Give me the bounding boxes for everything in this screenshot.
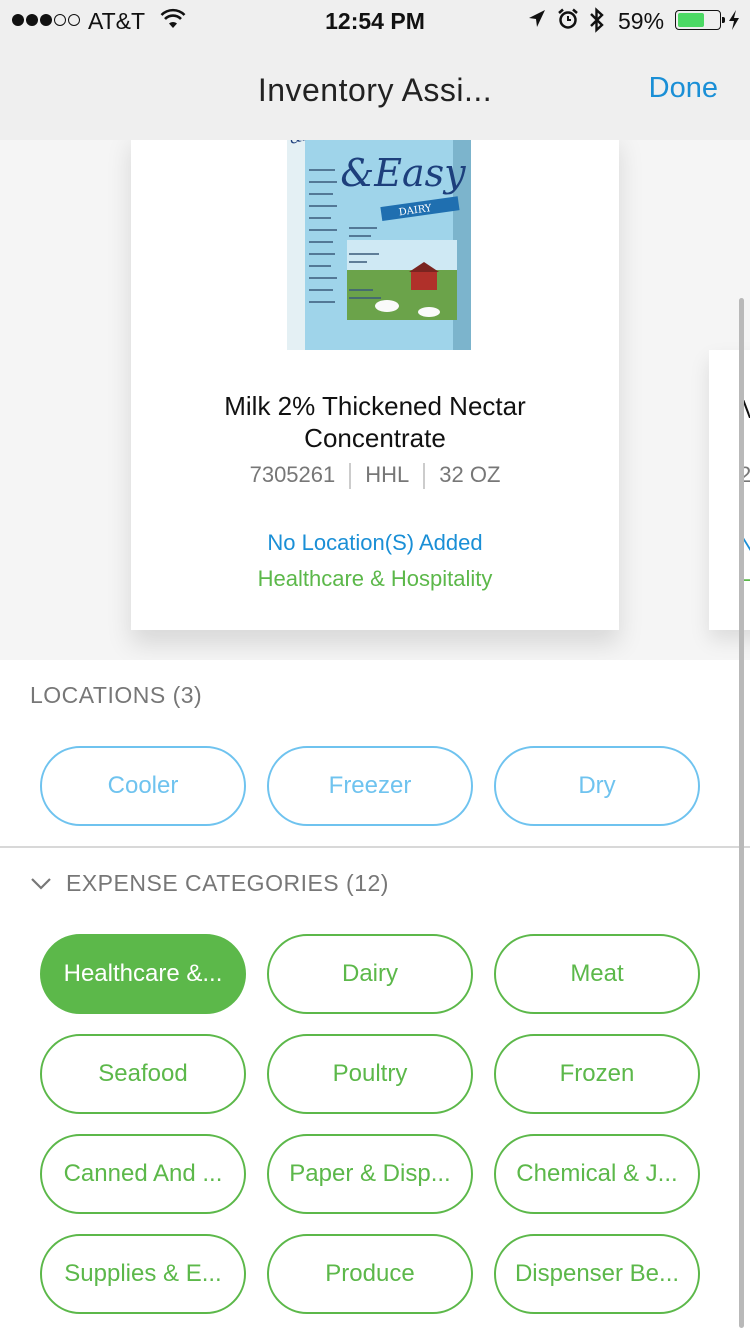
- category-pill[interactable]: Frozen: [494, 1034, 700, 1114]
- category-label: Healthcare & Hospitality: [257, 566, 493, 591]
- battery-percent: 59%: [618, 8, 665, 34]
- location-status-link[interactable]: No Location(S) Added: [131, 530, 619, 556]
- category-pill[interactable]: Chemical & J...: [494, 1134, 700, 1214]
- alarm-icon: [558, 8, 578, 29]
- meta-divider: [349, 463, 352, 490]
- page-title: Inventory Assi...: [257, 72, 493, 108]
- battery-icon: [675, 10, 725, 30]
- done-button[interactable]: Done: [649, 72, 718, 105]
- brand-code: HHL: [365, 462, 410, 487]
- product-meta: 7305261 HHL 32 OZ: [131, 462, 619, 490]
- expense-categories-header[interactable]: EXPENSE CATEGORIES (12): [30, 870, 389, 897]
- category-pill[interactable]: Healthcare &...: [40, 934, 246, 1014]
- product-carousel[interactable]: DAIRY &Easy &Easy Milk 2% Thickened Nect…: [0, 140, 750, 660]
- category-pill[interactable]: Canned And ...: [40, 1134, 246, 1214]
- product-card[interactable]: DAIRY &Easy &Easy Milk 2% Thickened Nect…: [131, 140, 619, 630]
- item-number: 7305261: [249, 462, 336, 487]
- category-pill[interactable]: Dairy: [267, 934, 473, 1014]
- bluetooth-icon: [590, 7, 604, 33]
- pack-size: 32 OZ: [439, 462, 501, 487]
- location-pill[interactable]: Cooler: [40, 746, 246, 826]
- category-pill[interactable]: Meat: [494, 934, 700, 1014]
- image-brand-text: &Easy: [340, 151, 466, 195]
- category-pill[interactable]: Paper & Disp...: [267, 1134, 473, 1214]
- category-pill[interactable]: Produce: [267, 1234, 473, 1314]
- charging-bolt-icon: [729, 10, 739, 30]
- meta-divider: [423, 463, 426, 490]
- category-pill[interactable]: Supplies & E...: [40, 1234, 246, 1314]
- scrollbar[interactable]: [739, 298, 744, 1328]
- product-name: Milk 2% Thickened Nectar Concentrate: [224, 391, 526, 453]
- location-arrow-icon: [529, 10, 545, 27]
- category-pill[interactable]: Seafood: [40, 1034, 246, 1114]
- expense-categories-title: EXPENSE CATEGORIES (12): [66, 870, 389, 896]
- category-pill[interactable]: Poultry: [267, 1034, 473, 1114]
- section-divider: [0, 846, 750, 848]
- chevron-down-icon[interactable]: [30, 877, 52, 891]
- location-pill[interactable]: Freezer: [267, 746, 473, 826]
- category-pill[interactable]: Dispenser Be...: [494, 1234, 700, 1314]
- location-pill[interactable]: Dry: [494, 746, 700, 826]
- product-image: DAIRY &Easy &Easy: [287, 140, 471, 350]
- locations-header: LOCATIONS (3): [30, 682, 203, 708]
- status-bar: AT&T 12:54 PM 59%: [0, 0, 750, 40]
- navigation-bar: Inventory Assi... Done: [0, 40, 750, 140]
